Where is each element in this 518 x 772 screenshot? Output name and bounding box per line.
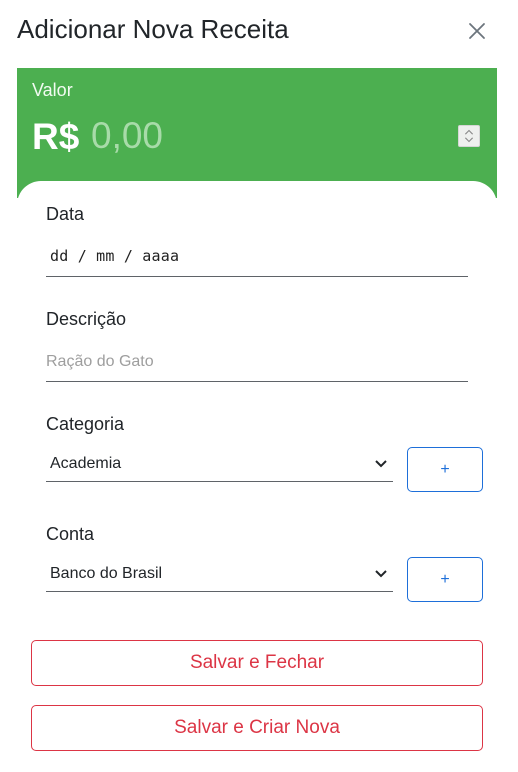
description-input[interactable]: [46, 348, 468, 376]
category-label: Categoria: [46, 414, 125, 434]
account-selected-value: Banco do Brasil: [50, 565, 163, 582]
date-label: Data: [46, 204, 85, 224]
chevron-down-icon: [375, 460, 387, 468]
account-label: Conta: [46, 524, 95, 544]
add-category-button[interactable]: +: [407, 447, 483, 492]
value-label: Valor: [32, 80, 73, 100]
close-icon[interactable]: [466, 20, 488, 42]
add-account-button[interactable]: +: [407, 557, 483, 602]
save-and-close-button[interactable]: Salvar e Fechar: [31, 640, 483, 686]
dialog-title: Adicionar Nova Receita: [17, 14, 289, 44]
category-selected-value: Academia: [50, 455, 122, 472]
date-underline: [46, 276, 468, 277]
amount-input[interactable]: [91, 114, 431, 158]
date-input[interactable]: dd / mm / aaaa: [50, 247, 179, 265]
description-underline: [46, 381, 468, 382]
value-panel: Valor R$: [17, 68, 497, 198]
save-and-create-new-button[interactable]: Salvar e Criar Nova: [31, 705, 483, 751]
account-underline: [46, 591, 393, 592]
spinner-arrows-icon[interactable]: [458, 125, 480, 147]
currency-symbol: R$: [32, 116, 80, 157]
description-label: Descrição: [46, 309, 127, 329]
category-select[interactable]: Academia: [46, 447, 393, 481]
chevron-down-icon: [375, 570, 387, 578]
account-select[interactable]: Banco do Brasil: [46, 557, 393, 591]
category-underline: [46, 481, 393, 482]
